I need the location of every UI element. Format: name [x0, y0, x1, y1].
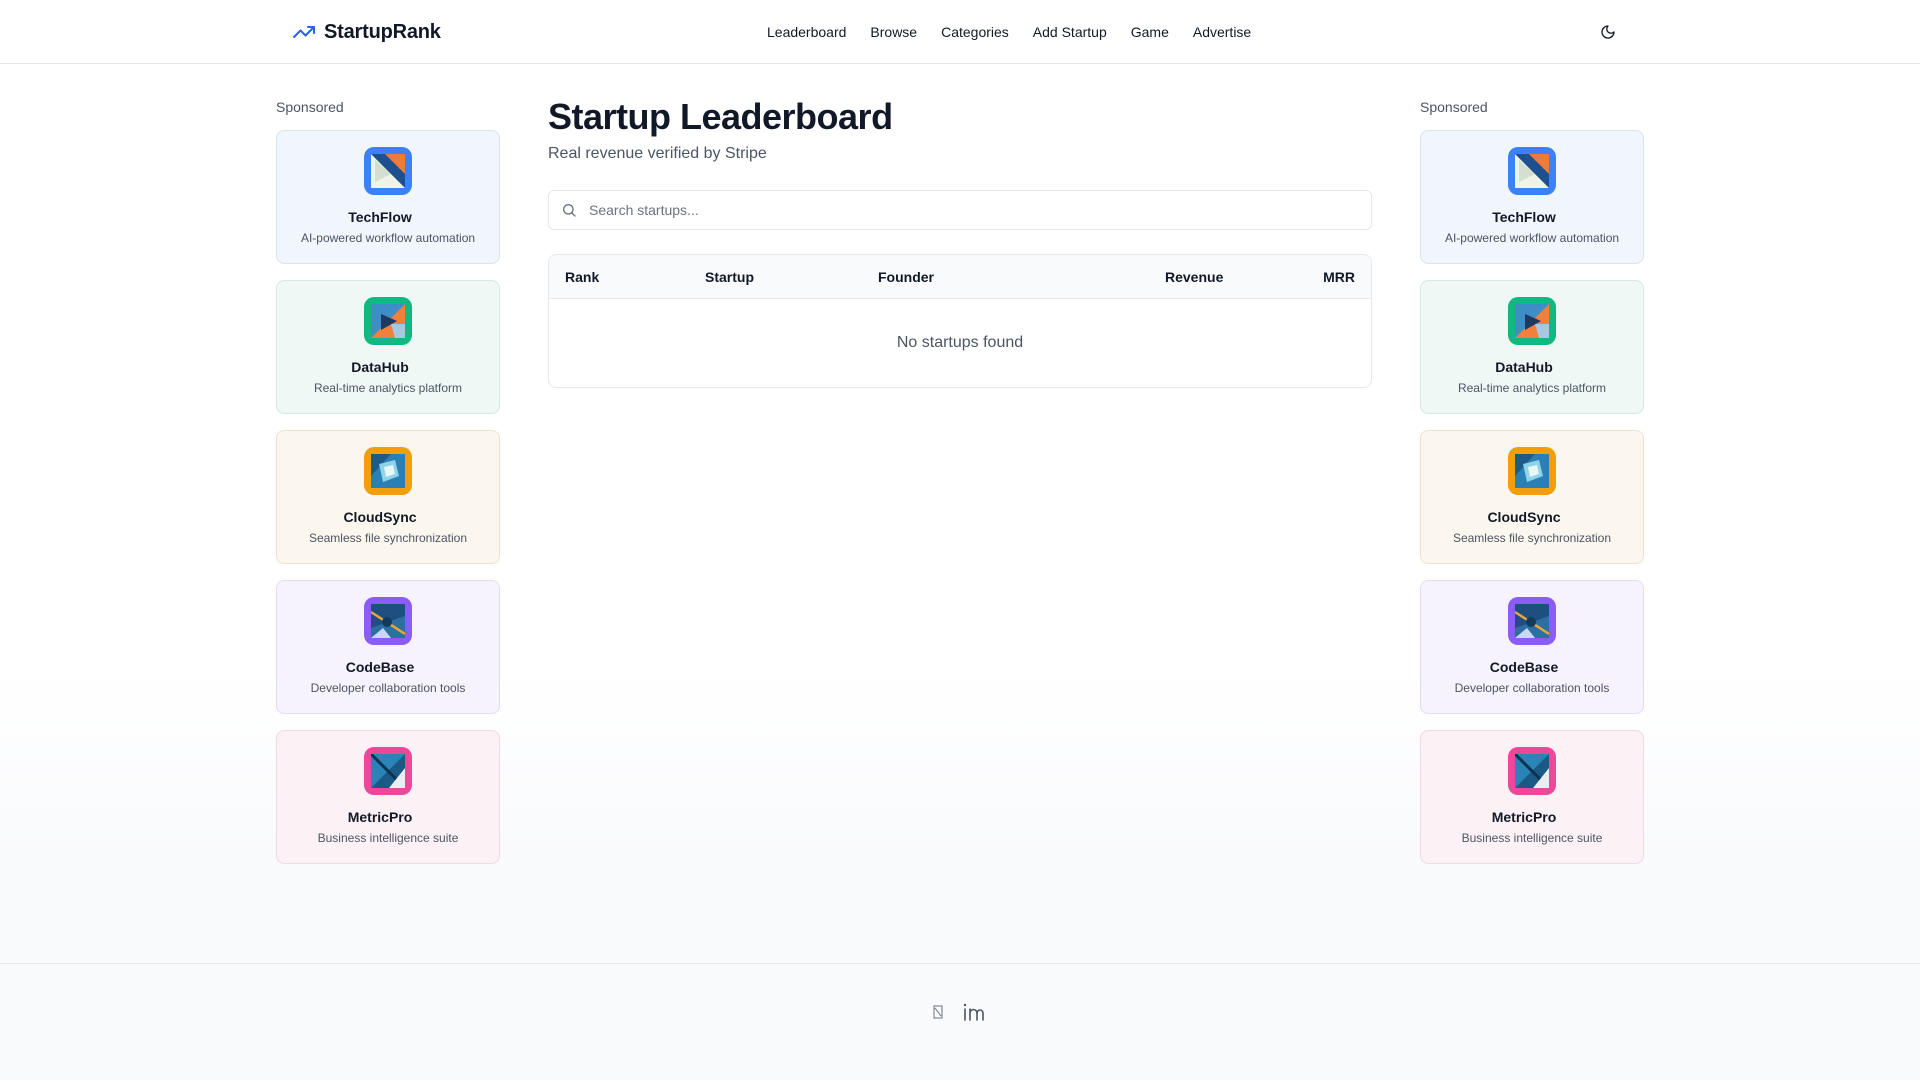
nav-advertise[interactable]: Advertise: [1193, 22, 1251, 42]
ad-description: Developer collaboration tools: [310, 681, 466, 695]
ad-description: Business intelligence suite: [317, 831, 459, 845]
logo-text: StartupRank: [324, 20, 441, 43]
linkedin-link[interactable]: [962, 1002, 984, 1022]
moon-icon: [1601, 25, 1615, 39]
datahub-logo-icon: [1508, 297, 1556, 345]
page-footer: [0, 963, 1920, 1080]
techflow-logo-icon: [1508, 147, 1556, 195]
ad-card-metricpro[interactable]: MetricPro Business intelligence suite: [276, 730, 500, 864]
cloudsync-logo-icon: [1508, 447, 1556, 495]
ad-name: TechFlow: [348, 209, 412, 225]
ad-name: DataHub: [351, 359, 409, 375]
ad-name: CloudSync: [1487, 509, 1561, 525]
x-icon: [933, 1005, 943, 1019]
nav-leaderboard[interactable]: Leaderboard: [767, 22, 846, 42]
ad-card-cloudsync[interactable]: CloudSync Seamless file synchronization: [276, 430, 500, 564]
codebase-logo-icon: [364, 597, 412, 645]
techflow-logo-icon: [364, 147, 412, 195]
ad-description: Real-time analytics platform: [313, 381, 463, 395]
theme-toggle-button[interactable]: [1598, 22, 1618, 42]
codebase-logo-icon: [1508, 597, 1556, 645]
search-field[interactable]: [548, 190, 1372, 230]
nav-categories[interactable]: Categories: [941, 22, 1009, 42]
x-link[interactable]: [932, 1005, 944, 1019]
column-header-founder[interactable]: Founder: [878, 268, 934, 286]
ad-description: Business intelligence suite: [1461, 831, 1603, 845]
page-title: Startup Leaderboard: [548, 96, 893, 137]
search-input[interactable]: [589, 202, 1349, 218]
metricpro-logo-icon: [364, 747, 412, 795]
ad-card-cloudsync[interactable]: CloudSync Seamless file synchronization: [1420, 430, 1644, 564]
main-nav: Leaderboard Browse Categories Add Startu…: [767, 22, 1251, 42]
column-header-mrr[interactable]: MRR: [1323, 268, 1355, 286]
ad-description: AI-powered workflow automation: [1444, 231, 1620, 245]
nav-add-startup[interactable]: Add Startup: [1033, 22, 1107, 42]
leaderboard-table: Rank Startup Founder Revenue MRR No star…: [548, 254, 1372, 388]
metricpro-logo-icon: [1508, 747, 1556, 795]
table-empty-row: No startups found: [549, 299, 1371, 387]
ad-name: MetricPro: [1491, 809, 1557, 825]
ad-description: Real-time analytics platform: [1457, 381, 1607, 395]
ad-card-datahub[interactable]: DataHub Real-time analytics platform: [276, 280, 500, 414]
nav-browse[interactable]: Browse: [870, 22, 917, 42]
column-header-revenue[interactable]: Revenue: [1165, 268, 1223, 286]
ad-name: DataHub: [1495, 359, 1553, 375]
ad-name: CloudSync: [343, 509, 417, 525]
column-header-rank[interactable]: Rank: [565, 268, 599, 286]
ad-card-codebase[interactable]: CodeBase Developer collaboration tools: [276, 580, 500, 714]
main-content: Startup Leaderboard Real revenue verifie…: [548, 94, 1372, 388]
top-header: StartupRank Leaderboard Browse Categorie…: [0, 0, 1920, 64]
ad-card-techflow[interactable]: TechFlow AI-powered workflow automation: [276, 130, 500, 264]
ad-description: Developer collaboration tools: [1454, 681, 1610, 695]
ad-card-techflow[interactable]: TechFlow AI-powered workflow automation: [1420, 130, 1644, 264]
ad-name: CodeBase: [1489, 659, 1559, 675]
datahub-logo-icon: [364, 297, 412, 345]
column-header-startup[interactable]: Startup: [705, 268, 754, 286]
ad-card-metricpro[interactable]: MetricPro Business intelligence suite: [1420, 730, 1644, 864]
sponsored-sidebar-left: Sponsored TechFlow AI-powered workflow a…: [276, 98, 500, 880]
ad-name: TechFlow: [1492, 209, 1556, 225]
ad-description: AI-powered workflow automation: [300, 231, 476, 245]
ad-name: CodeBase: [345, 659, 415, 675]
ad-card-codebase[interactable]: CodeBase Developer collaboration tools: [1420, 580, 1644, 714]
ad-description: Seamless file synchronization: [1452, 531, 1612, 545]
linkedin-icon: [963, 1003, 984, 1021]
trending-up-icon: [293, 26, 315, 38]
empty-state-text: No startups found: [896, 334, 1024, 351]
table-header: Rank Startup Founder Revenue MRR: [549, 255, 1371, 299]
sponsored-label: Sponsored: [1420, 99, 1488, 115]
sponsored-sidebar-right: Sponsored TechFlow AI-powered workflow a…: [1420, 98, 1644, 880]
cloudsync-logo-icon: [364, 447, 412, 495]
ad-card-datahub[interactable]: DataHub Real-time analytics platform: [1420, 280, 1644, 414]
search-icon: [563, 204, 576, 217]
ad-description: Seamless file synchronization: [308, 531, 468, 545]
page-subtitle: Real revenue verified by Stripe: [548, 145, 767, 162]
logo-link[interactable]: StartupRank: [292, 20, 441, 44]
sponsored-label: Sponsored: [276, 99, 344, 115]
ad-name: MetricPro: [347, 809, 413, 825]
nav-game[interactable]: Game: [1131, 22, 1169, 42]
social-links: [932, 1002, 984, 1022]
